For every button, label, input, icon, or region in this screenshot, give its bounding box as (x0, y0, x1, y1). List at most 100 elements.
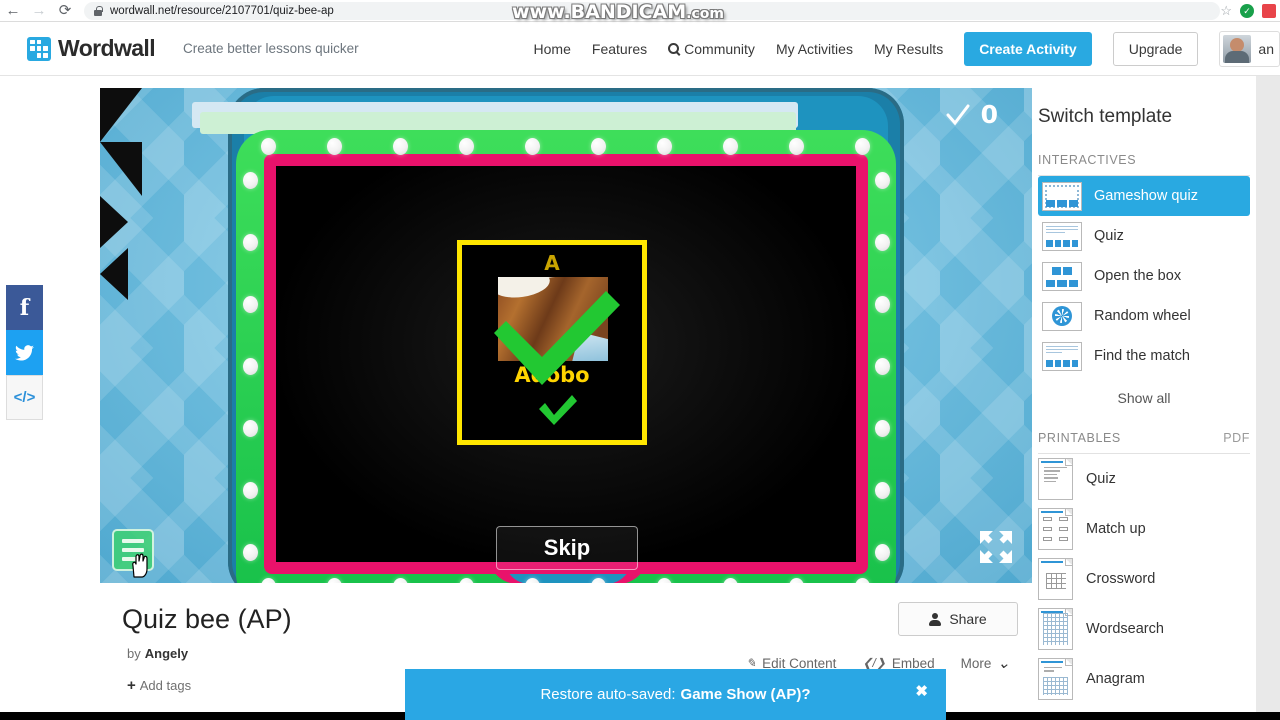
sidebar-item-label: Match up (1086, 521, 1146, 537)
nav-item-my-activities[interactable]: My Activities (776, 41, 853, 57)
sidebar-item-open-the-box[interactable]: Open the box (1038, 256, 1250, 296)
switch-template-sidebar: Switch template INTERACTIVES Gameshow qu… (1032, 76, 1256, 720)
bookmark-star-icon[interactable]: ☆ (1220, 3, 1232, 19)
bandicam-watermark: www.BANDICAM.com (512, 1, 724, 23)
marquee-bulb (243, 296, 258, 313)
skip-button[interactable]: Skip (496, 526, 638, 570)
by-label: by (127, 646, 141, 661)
reload-icon[interactable]: ⟳ (52, 0, 78, 22)
marquee-bulb (243, 358, 258, 375)
marquee-bulb (525, 138, 540, 155)
upgrade-button[interactable]: Upgrade (1112, 31, 1199, 66)
marquee-bulb (875, 234, 890, 251)
marquee-bulb (657, 138, 672, 155)
marquee-bulb (875, 296, 890, 313)
marquee-bulb (459, 138, 474, 155)
more-label: More (960, 655, 992, 671)
marquee-bulb (243, 482, 258, 499)
nav-item-features[interactable]: Features (592, 41, 647, 57)
lock-icon (94, 5, 103, 16)
nav-item-community[interactable]: Community (668, 41, 755, 57)
sidebar-item-quiz[interactable]: Quiz (1038, 216, 1250, 256)
share-button[interactable]: Share (898, 602, 1018, 636)
author-name[interactable]: Angely (145, 646, 188, 661)
close-icon[interactable]: ✖ (915, 684, 928, 699)
search-icon (668, 43, 680, 54)
sidebar-title: Switch template (1038, 106, 1173, 127)
score-display: 0 (945, 100, 998, 129)
avatar (1223, 34, 1252, 63)
marquee-bulb (393, 138, 408, 155)
facebook-icon: f (19, 294, 30, 321)
pencil-icon: ✎ (746, 656, 757, 670)
chevron-down-icon: ⌄ (997, 655, 1010, 672)
checkmark-icon (945, 102, 971, 128)
extension-icon[interactable] (1262, 4, 1276, 18)
sidebar-item-printable-anagram[interactable]: Anagram (1038, 654, 1250, 704)
printable-crossword-thumb-icon (1038, 558, 1073, 600)
sidebar-item-gameshow-quiz[interactable]: Gameshow quiz (1038, 176, 1250, 216)
sidebar-item-printable-match-up[interactable]: Match up (1038, 504, 1250, 554)
browser-toolbar-right: ☆ ✓ (1220, 0, 1276, 22)
header-tagline: Create better lessons quicker (183, 41, 359, 56)
printables-label: PRINTABLES (1038, 431, 1121, 445)
fullscreen-expand-icon[interactable] (974, 525, 1018, 569)
green-check-small-icon (536, 391, 580, 429)
restore-activity-name[interactable]: Game Show (AP)? (681, 686, 811, 703)
more-button[interactable]: More ⌄ (961, 654, 1010, 672)
sidebar-item-find-the-match[interactable]: Find the match (1038, 336, 1250, 376)
marquee-bulb (327, 138, 342, 155)
code-icon: ❮/❯ (862, 656, 886, 670)
plus-icon: + (127, 677, 136, 694)
sidebar-item-random-wheel[interactable]: Random wheel (1038, 296, 1250, 336)
printables-section-header: PRINTABLES PDF (1038, 431, 1250, 454)
marquee-bulb (243, 234, 258, 251)
random-wheel-thumb-icon (1042, 301, 1082, 331)
restore-prefix: Restore auto-saved: (540, 686, 676, 703)
main-nav: Home Features Community My Activities My… (534, 30, 1280, 67)
printable-quiz-thumb-icon (1038, 458, 1073, 500)
code-icon: </> (13, 389, 36, 406)
person-icon (929, 612, 942, 626)
twitter-share-button[interactable] (6, 330, 43, 375)
add-tags-label: Add tags (139, 678, 192, 693)
share-label: Share (949, 611, 987, 627)
marquee-bulb (261, 138, 276, 155)
sidebar-item-label: Open the box (1094, 268, 1182, 284)
find-the-match-thumb-icon (1042, 341, 1082, 371)
interactives-label: INTERACTIVES (1038, 153, 1137, 167)
quiz-thumb-icon (1042, 221, 1082, 251)
facebook-share-button[interactable]: f (6, 285, 43, 330)
hamburger-menu-icon[interactable] (112, 529, 154, 571)
sidebar-gutter (1256, 76, 1280, 720)
sidebar-item-label: Quiz (1086, 471, 1116, 487)
sidebar-item-printable-wordsearch[interactable]: Wordsearch (1038, 604, 1250, 654)
user-menu[interactable]: an (1219, 30, 1280, 67)
sidebar-item-printable-crossword[interactable]: Crossword (1038, 554, 1250, 604)
gameshow-quiz-thumb-icon (1042, 181, 1082, 211)
create-activity-button[interactable]: Create Activity (964, 31, 1092, 66)
nav-item-home[interactable]: Home (534, 41, 571, 57)
back-arrow-icon[interactable]: ← (0, 0, 26, 22)
answer-card[interactable]: A Adobo (457, 240, 647, 445)
score-value: 0 (980, 100, 998, 129)
embed-code-button[interactable]: </> (6, 375, 43, 420)
sidebar-item-printable-quiz[interactable]: Quiz (1038, 454, 1250, 504)
twitter-icon (15, 344, 34, 361)
answer-card-letter: A (544, 251, 560, 275)
marquee-bulb (243, 420, 258, 437)
sidebar-item-label: Find the match (1094, 348, 1190, 364)
wordwall-logo[interactable]: Wordwall (27, 35, 156, 62)
marquee-bulb (789, 138, 804, 155)
nav-item-my-results[interactable]: My Results (874, 41, 943, 57)
show-all-button[interactable]: Show all (1032, 390, 1256, 406)
printable-wordsearch-thumb-icon (1038, 608, 1073, 650)
sidebar-item-label: Quiz (1094, 228, 1124, 244)
username-label: an (1258, 40, 1274, 57)
marquee-bulb (723, 138, 738, 155)
printable-match-up-thumb-icon (1038, 508, 1073, 550)
sidebar-item-label: Anagram (1086, 671, 1145, 687)
extension-shield-icon[interactable]: ✓ (1240, 4, 1254, 18)
watermark-main: www.BANDICAM (512, 1, 687, 23)
green-check-icon (486, 281, 628, 393)
